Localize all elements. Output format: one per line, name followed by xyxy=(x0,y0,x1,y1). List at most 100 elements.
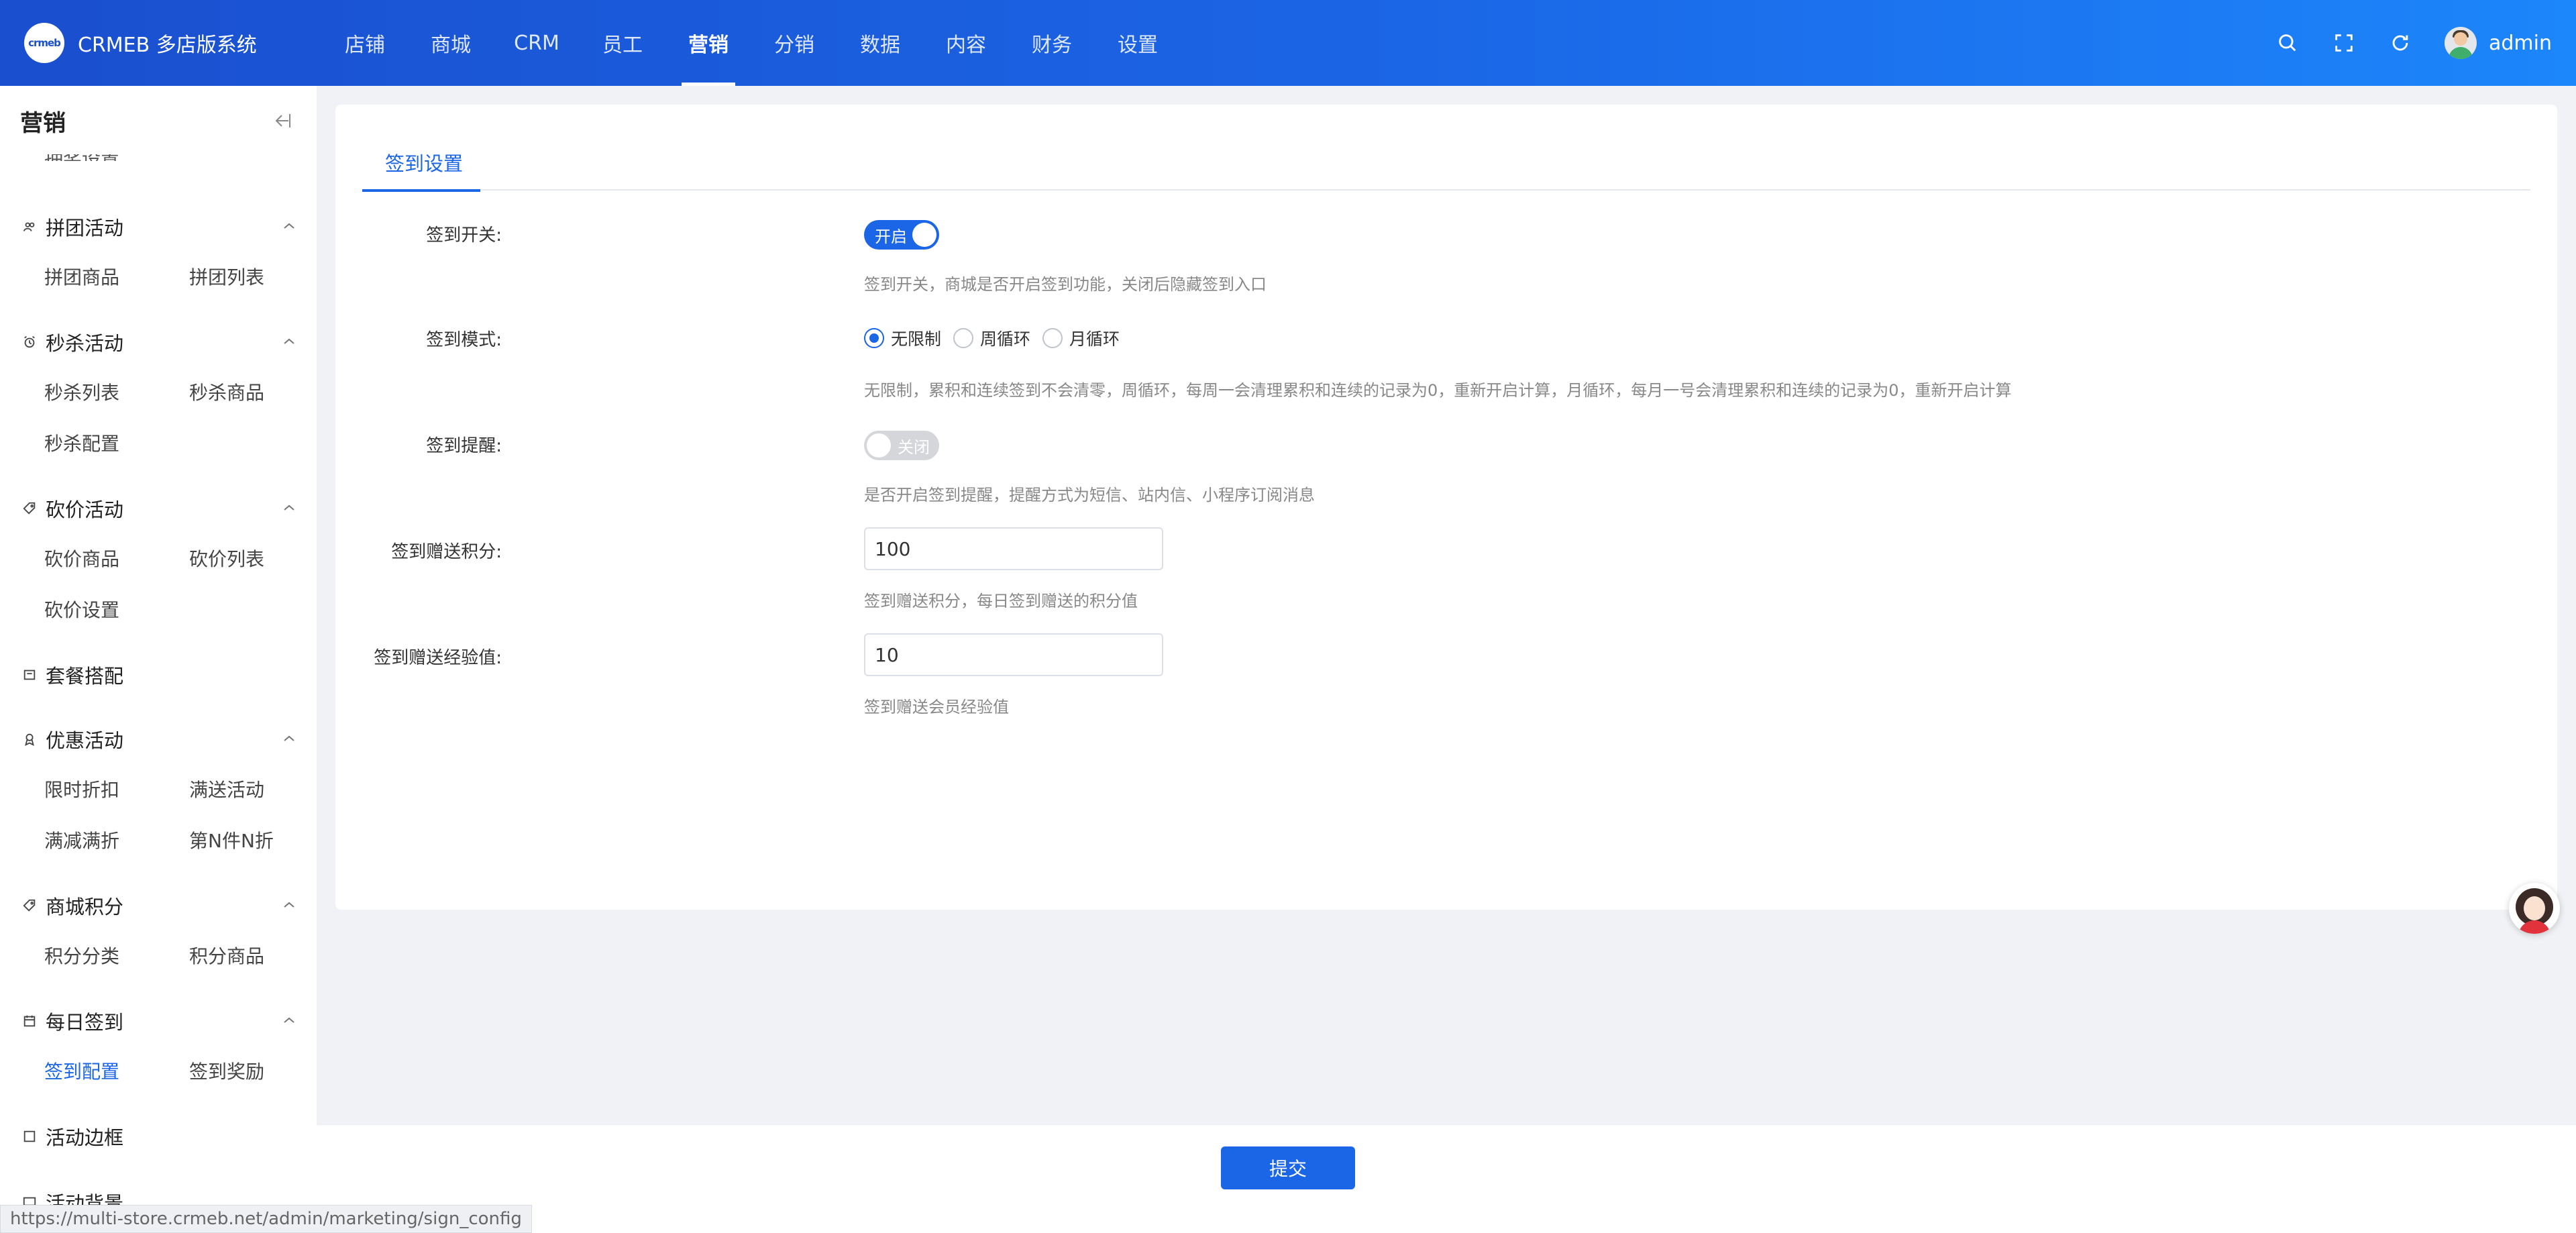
user-avatar[interactable] xyxy=(2445,27,2477,59)
nav-item-staff[interactable]: 员工 xyxy=(580,0,665,86)
header-tools: admin xyxy=(2275,0,2552,86)
sidebar-item-sign-config[interactable]: 签到配置 xyxy=(44,1057,119,1084)
menu-group-label: 优惠活动 xyxy=(46,729,124,752)
chevron-up-icon xyxy=(284,223,294,229)
badge-icon xyxy=(21,731,38,747)
radio-label: 月循环 xyxy=(1069,329,1120,349)
customer-service-avatar-icon[interactable] xyxy=(2509,883,2560,934)
radio-monthly[interactable]: 月循环 xyxy=(1042,326,1120,350)
tab-sign-settings[interactable]: 签到设置 xyxy=(384,134,464,191)
frame-icon xyxy=(21,1128,38,1144)
nav-item-mall[interactable]: 商城 xyxy=(408,0,494,86)
menu-group-header[interactable]: 套餐搭配 xyxy=(21,661,297,688)
sidebar-item-sign-reward[interactable]: 签到奖励 xyxy=(189,1057,264,1084)
nav-item-crm[interactable]: CRM xyxy=(494,0,580,86)
sign-mode-label: 签到模式: xyxy=(426,330,502,350)
sidebar-item-seckill-list[interactable]: 秒杀列表 xyxy=(44,378,119,405)
nav-item-settings[interactable]: 设置 xyxy=(1095,0,1181,86)
menu-group-label: 商城积分 xyxy=(46,896,124,918)
nav-item-marketing[interactable]: 营销 xyxy=(665,0,751,86)
sidebar-item-group-goods[interactable]: 拼团商品 xyxy=(44,263,119,290)
chevron-up-icon xyxy=(284,1017,294,1023)
sign-mode-help: 无限制，累积和连续签到不会清零，周循环，每周一会清理累积和连续的记录为0，重新开… xyxy=(864,381,2012,400)
sign-mode-radio-group: 无限制 周循环 月循环 xyxy=(864,325,1132,352)
sidebar-item-bargain-list[interactable]: 砍价列表 xyxy=(189,545,264,572)
menu-group-header[interactable]: 拼团活动 xyxy=(21,213,297,240)
menu-group-header[interactable]: 活动边框 xyxy=(21,1123,297,1150)
sign-exp-help: 签到赠送会员经验值 xyxy=(864,698,1009,716)
menu-group-label: 每日签到 xyxy=(46,1011,124,1034)
fullscreen-icon[interactable] xyxy=(2332,31,2356,55)
radio-weekly[interactable]: 周循环 xyxy=(953,326,1030,350)
tag-icon xyxy=(21,500,38,517)
user-name[interactable]: admin xyxy=(2489,32,2552,55)
chevron-up-icon xyxy=(284,735,294,741)
switch-state-text: 开启 xyxy=(875,227,907,246)
chevron-up-icon xyxy=(284,504,294,511)
points-tag-icon xyxy=(21,898,38,914)
sidebar-item-full-reduction[interactable]: 满减满折 xyxy=(44,826,119,853)
nav-item-distribution[interactable]: 分销 xyxy=(751,0,837,86)
sidebar: 抽奖设置 拼团活动 拼团商品 拼团列表 秒杀活动 秒杀列表 秒杀商品 秒杀配置 xyxy=(0,86,317,1233)
menu-group-header[interactable]: 优惠活动 xyxy=(21,726,297,753)
radio-checked-icon xyxy=(864,328,884,348)
menu-group-header[interactable]: 商城积分 xyxy=(21,892,297,919)
form-footer: 提交 xyxy=(317,1124,2576,1233)
nav-item-store[interactable]: 店铺 xyxy=(322,0,408,86)
sign-exp-input[interactable] xyxy=(864,633,1163,676)
menu-group-label: 套餐搭配 xyxy=(46,665,124,688)
sidebar-item-limited-discount[interactable]: 限时折扣 xyxy=(44,775,119,802)
sidebar-item-nth-discount[interactable]: 第N件N折 xyxy=(189,826,274,853)
search-icon[interactable] xyxy=(2275,31,2300,55)
tab-bar: 签到设置 xyxy=(362,134,2530,192)
menu-group-header[interactable]: 秒杀活动 xyxy=(21,329,297,356)
sidebar-item-points-category[interactable]: 积分分类 xyxy=(44,942,119,969)
status-bar-url: https://multi-store.crmeb.net/admin/mark… xyxy=(0,1205,532,1233)
sidebar-item-bargain-goods[interactable]: 砍价商品 xyxy=(44,545,119,572)
sign-points-label: 签到赠送积分: xyxy=(391,542,502,562)
brand-logo: crmeb xyxy=(24,23,64,63)
menu-group-header[interactable]: 每日签到 xyxy=(21,1008,297,1034)
sign-switch-help: 签到开关，商城是否开启签到功能，关闭后隐藏签到入口 xyxy=(864,275,1267,294)
refresh-icon[interactable] xyxy=(2388,31,2412,55)
sidebar-item-group-list[interactable]: 拼团列表 xyxy=(189,263,264,290)
radio-unchecked-icon xyxy=(953,328,974,348)
switch-knob xyxy=(912,223,936,247)
brand[interactable]: crmeb CRMEB 多店版系统 xyxy=(24,23,257,63)
menu-group-header[interactable]: 砍价活动 xyxy=(21,495,297,522)
top-nav: 店铺 商城 CRM 员工 营销 分销 数据 内容 财务 设置 xyxy=(322,0,1181,86)
menu-group-label: 活动边框 xyxy=(46,1126,124,1149)
sidebar-item-bargain-settings[interactable]: 砍价设置 xyxy=(44,596,119,623)
sign-exp-label: 签到赠送经验值: xyxy=(374,648,502,668)
settings-card: 签到设置 签到开关: 开启 签到开关，商城是否开启签到功能，关闭后隐藏签到入口 … xyxy=(335,105,2557,910)
collapse-sidebar-icon[interactable] xyxy=(271,111,292,130)
radio-unlimited[interactable]: 无限制 xyxy=(864,326,941,350)
sidebar-item-seckill-goods[interactable]: 秒杀商品 xyxy=(189,378,264,405)
sidebar-title: 营销 xyxy=(20,110,66,137)
nav-item-data[interactable]: 数据 xyxy=(837,0,923,86)
sidebar-item-points-goods[interactable]: 积分商品 xyxy=(189,942,264,969)
menu-group-label: 拼团活动 xyxy=(46,217,124,239)
switch-knob xyxy=(867,433,891,458)
chevron-up-icon xyxy=(284,338,294,344)
alarm-clock-icon xyxy=(21,334,38,350)
brand-name: CRMEB 多店版系统 xyxy=(78,34,257,57)
sign-points-input[interactable] xyxy=(864,527,1163,570)
sidebar-header: 营销 xyxy=(0,86,317,154)
sign-remind-toggle[interactable]: 关闭 xyxy=(864,431,939,460)
submit-button[interactable]: 提交 xyxy=(1221,1146,1355,1189)
radio-label: 无限制 xyxy=(891,329,942,349)
sign-points-help: 签到赠送积分，每日签到赠送的积分值 xyxy=(864,592,1138,610)
radio-unchecked-icon xyxy=(1042,328,1063,348)
menu-group-label: 砍价活动 xyxy=(46,498,124,521)
package-icon xyxy=(21,667,38,683)
nav-item-content[interactable]: 内容 xyxy=(923,0,1009,86)
team-icon xyxy=(21,219,38,235)
calendar-icon xyxy=(21,1013,38,1029)
sidebar-item-gift-activity[interactable]: 满送活动 xyxy=(189,775,264,802)
nav-item-finance[interactable]: 财务 xyxy=(1009,0,1095,86)
sign-remind-label: 签到提醒: xyxy=(426,436,502,456)
menu-group-label: 秒杀活动 xyxy=(46,332,124,355)
sign-switch-toggle[interactable]: 开启 xyxy=(864,220,939,250)
sidebar-item-seckill-config[interactable]: 秒杀配置 xyxy=(44,429,119,456)
